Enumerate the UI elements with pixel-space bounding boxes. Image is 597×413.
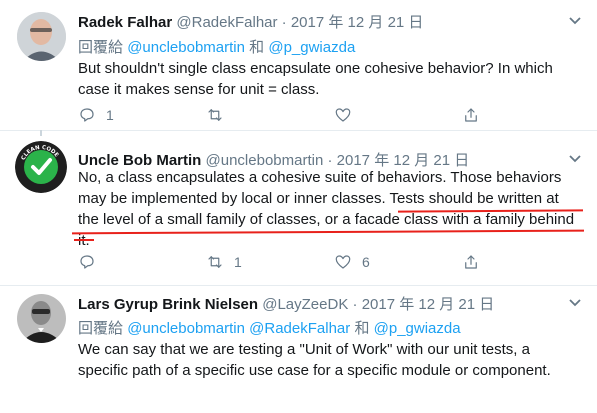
reply-to-label: 回覆給 xyxy=(78,39,124,56)
tweet-unclebob[interactable]: CLEAN CODE Uncle Bob Martin @unclebobmar… xyxy=(0,131,597,285)
like-button[interactable] xyxy=(334,106,362,124)
tweet-radek[interactable]: Radek Falhar @RadekFalhar · 2017 年 12 月 … xyxy=(0,0,597,130)
heart-icon xyxy=(335,255,351,269)
reply-icon xyxy=(80,108,94,122)
mention-link[interactable]: @p_gwiazda xyxy=(374,320,461,337)
avatar-radek-image xyxy=(17,12,66,61)
share-icon xyxy=(465,108,477,122)
reply-button[interactable] xyxy=(78,253,106,271)
tweet-date[interactable]: 2017 年 12 月 21 日 xyxy=(362,296,495,313)
separator-dot: · xyxy=(281,14,287,31)
share-icon xyxy=(465,255,477,269)
tweet-text-line: We can say that we are testing a "Unit o… xyxy=(78,341,530,358)
author-name[interactable]: Radek Falhar xyxy=(78,14,172,31)
mention-link[interactable]: @RadekFalhar xyxy=(249,320,350,337)
tweet-text: We can say that we are testing a "Unit o… xyxy=(78,339,590,381)
author-handle[interactable]: @RadekFalhar xyxy=(176,14,277,31)
chevron-down-icon[interactable] xyxy=(569,151,581,166)
reply-icon xyxy=(80,255,94,269)
reply-count: 1 xyxy=(106,107,114,123)
tweet-text-line: No, a class encapsulates a cohesive suit… xyxy=(78,169,562,186)
tweet-date[interactable]: 2017 年 12 月 21 日 xyxy=(291,14,424,31)
reply-button[interactable]: 1 xyxy=(78,106,114,124)
retweet-count: 1 xyxy=(234,254,242,270)
avatar-radek[interactable] xyxy=(17,12,66,61)
tweet-text-line: case it makes sense for unit = class. xyxy=(78,81,320,98)
avatar-lars[interactable] xyxy=(17,294,66,343)
avatar-lars-image xyxy=(17,294,66,343)
mention-link[interactable]: @unclebobmartin xyxy=(127,320,245,337)
share-button[interactable] xyxy=(462,253,480,271)
tweet-text-line: the level of a small family of classes, … xyxy=(78,211,575,228)
retweet-button[interactable]: 1 xyxy=(206,253,242,271)
mention-link[interactable]: @p_gwiazda xyxy=(268,39,355,56)
action-bar: 1 xyxy=(78,106,578,126)
avatar-unclebob[interactable]: CLEAN CODE xyxy=(15,141,67,193)
like-count: 6 xyxy=(362,254,370,270)
tweet-header: Radek Falhar @RadekFalhar · 2017 年 12 月 … xyxy=(78,11,423,32)
reply-to-line: 回覆給 @unclebobmartin 和 @p_gwiazda xyxy=(78,36,355,57)
highlight-underline xyxy=(74,239,94,241)
reply-to-label: 回覆給 xyxy=(78,320,124,337)
mention-link[interactable]: @unclebobmartin xyxy=(127,39,245,56)
chevron-down-icon[interactable] xyxy=(569,13,581,28)
chevron-down-icon[interactable] xyxy=(569,295,581,310)
tweet-text-line: But shouldn't single class encapsulate o… xyxy=(78,60,553,77)
like-button[interactable]: 6 xyxy=(334,253,370,271)
share-button[interactable] xyxy=(462,106,480,124)
and-label: 和 xyxy=(354,320,370,337)
retweet-icon xyxy=(208,109,222,121)
tweet-text-line: may be implemented by local or inner cla… xyxy=(78,190,559,207)
author-name[interactable]: Lars Gyrup Brink Nielsen xyxy=(78,296,258,313)
and-label: 和 xyxy=(249,39,265,56)
heart-icon xyxy=(335,108,351,122)
tweet-header: Lars Gyrup Brink Nielsen @LayZeeDK · 201… xyxy=(78,293,494,314)
reply-to-line: 回覆給 @unclebobmartin @RadekFalhar 和 @p_gw… xyxy=(78,317,461,338)
tweet-lars[interactable]: Lars Gyrup Brink Nielsen @LayZeeDK · 201… xyxy=(0,286,597,413)
retweet-button[interactable] xyxy=(206,106,234,124)
separator-dot: · xyxy=(352,296,358,313)
author-handle[interactable]: @LayZeeDK xyxy=(262,296,348,313)
tweet-text: But shouldn't single class encapsulate o… xyxy=(78,58,590,100)
action-bar: 1 6 xyxy=(78,253,578,273)
clean-code-badge: CLEAN CODE xyxy=(15,141,67,193)
tweet-text-line: specific path of a specific use case for… xyxy=(78,362,551,379)
retweet-icon xyxy=(208,256,222,268)
